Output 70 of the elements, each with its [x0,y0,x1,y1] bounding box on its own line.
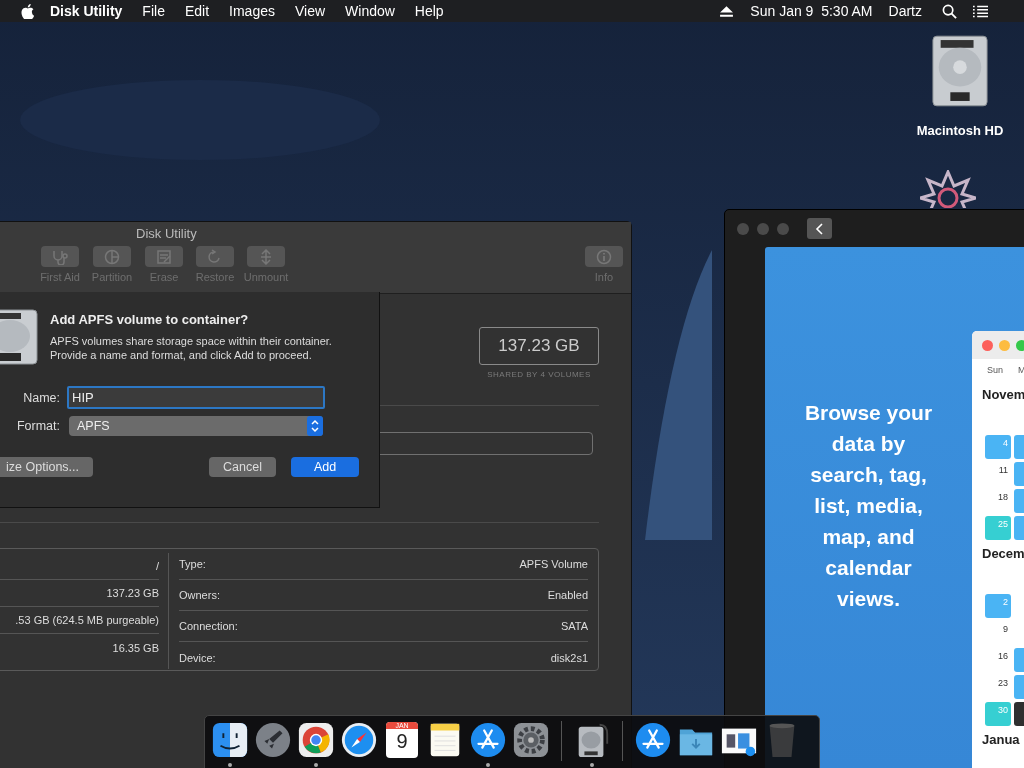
eraser-icon [154,248,174,265]
detail-label: Type: [179,558,206,570]
capacity-value: 137.23 GB [479,327,599,365]
app-store-icon[interactable] [469,721,507,759]
field-label: Format: [15,419,60,433]
list-icon[interactable] [973,3,988,19]
detail-value: Enabled [547,589,588,601]
month-title: Janua [982,732,1021,749]
month-title: Decem [982,546,1024,563]
calendar-icon-day: 9 [396,729,408,753]
window-control[interactable] [757,222,769,235]
menu-item[interactable]: View [294,3,326,19]
app-store-icon[interactable] [634,721,672,759]
day-number[interactable]: 18 [985,489,1011,513]
gear-icon[interactable] [512,721,550,759]
close-control[interactable] [982,339,993,351]
detail-label: Owners: [179,589,220,601]
menu-clock[interactable]: Sun Jan 9 5:30 AM [750,3,873,19]
compass-icon[interactable] [340,721,378,759]
menu-item[interactable]: Images [229,3,275,19]
menu-item[interactable]: Help [414,3,444,19]
search-icon[interactable] [942,3,957,19]
window-control[interactable] [737,222,749,235]
desktop-icon-label[interactable]: Macintosh HD [916,123,1004,138]
detail-label: Device: [179,651,216,664]
field-label: Name: [22,390,60,405]
day-number[interactable]: 23 [985,675,1011,699]
dialog-button[interactable]: ize Options... [0,457,93,477]
app-menu[interactable]: Disk Utility [50,3,123,19]
day-number[interactable]: 16 [985,648,1011,672]
format-popup[interactable]: APFS [69,416,323,436]
dock-divider [561,721,562,761]
name-field[interactable]: HIP [67,386,325,409]
menu-item[interactable]: Window [345,3,395,19]
pie-icon [102,248,122,265]
back-button[interactable] [807,218,832,239]
window-title: Disk Utility [136,226,197,241]
dialog-button[interactable]: Add [291,457,359,477]
menu-item[interactable]: File [142,3,165,19]
stethoscope-icon [50,248,70,265]
hard-drive-icon[interactable] [931,34,989,108]
day-number[interactable]: 9 [985,621,1011,645]
dock-divider [622,721,623,761]
promo-headline: Browse your data by search, tag, list, media, map, and calendar views. [803,399,934,612]
eject-icon[interactable] [719,3,735,19]
dialog-message: APFS volumes share storage space within their container. Provide a name and format, and click Add to proceed. [50,335,332,362]
month-title: Novem [982,387,1024,404]
weekday-label: Sun [986,365,1004,375]
weekday-label: M [1017,365,1024,375]
dialog-title: Add APFS volume to container? [50,312,250,327]
detail-value: APFS Volume [519,558,588,570]
star-icon[interactable] [920,170,976,208]
window-control[interactable] [777,222,789,235]
day-number[interactable]: 11 [985,462,1011,486]
ring-logo-icon[interactable] [297,721,335,759]
detail-value: SATA [560,620,588,632]
capacity-caption: SHARED BY 4 VOLUMES [487,370,591,379]
info-icon [594,248,614,265]
smiling-face-icon[interactable] [211,721,249,759]
menu-item[interactable]: Edit [184,3,210,19]
user-menu[interactable]: Dartz [888,3,922,19]
detail-value: 16.35 GB [111,640,159,656]
detail-value: disk2s1 [550,651,588,664]
zoom-control[interactable] [1016,339,1024,351]
apple-icon[interactable] [20,3,35,19]
stepper-icon [307,416,323,436]
rocket-icon[interactable] [254,721,292,759]
detail-label: Connection: [179,620,238,632]
chevron-icon [814,221,825,236]
dialog-button[interactable]: Cancel [209,457,276,477]
